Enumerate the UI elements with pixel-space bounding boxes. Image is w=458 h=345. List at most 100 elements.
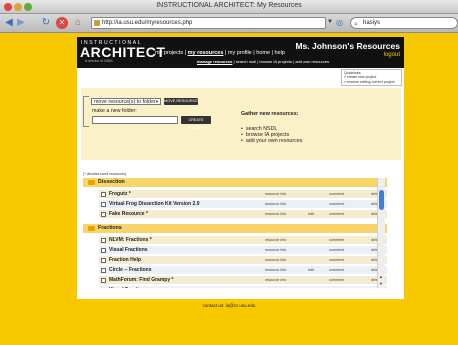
folder-name: Fractions [98, 225, 122, 231]
used-resources-legend: (* denotes used resources) [83, 172, 127, 176]
resource-name[interactable]: Fake Resource * [109, 211, 148, 217]
comment-link[interactable]: comment [329, 248, 344, 252]
resource-info-link[interactable]: resource info [265, 212, 286, 216]
logo[interactable]: ARCHITECT [80, 44, 165, 60]
folder-name: Dissection [98, 179, 125, 185]
resource-info-link[interactable]: resource info [265, 192, 286, 196]
comment-link[interactable]: comment [329, 238, 344, 242]
subnav-manage-resources[interactable]: manage resources [197, 59, 232, 64]
page-title: Ms. Johnson's Resources [295, 41, 400, 51]
resource-row: Virtual Frog Dissection Kit Version 2.0 r… [83, 200, 387, 209]
nav-home[interactable]: home [256, 50, 270, 56]
scroll-up-icon[interactable]: ▲ [379, 274, 383, 279]
edit-link[interactable]: edit [308, 212, 314, 216]
scroll-down-icon[interactable]: ▼ [379, 281, 383, 286]
move-to-folder-select[interactable]: move resource(s) to folder ▼ [91, 98, 161, 105]
selection-bracket [83, 96, 89, 127]
folder-row[interactable]: Fractions [83, 224, 387, 233]
history-dropdown-icon[interactable]: ▼ [327, 19, 333, 25]
edit-link[interactable]: edit [308, 268, 314, 272]
resource-row: Circle -- Fractions resource info edit comm… [83, 266, 387, 275]
resource-info-link[interactable]: resource info [265, 268, 286, 272]
resource-info-link[interactable]: resource info [265, 248, 286, 252]
resource-info-link[interactable]: resource info [265, 278, 286, 282]
resource-checkbox[interactable] [101, 238, 106, 243]
gather-title: Gather new resources: [241, 111, 299, 117]
nav-my-resources[interactable]: my resources [188, 50, 224, 56]
comment-link[interactable]: comment [329, 202, 344, 206]
resource-name[interactable]: MathForum: Find Grampy * [109, 277, 173, 283]
nav-my-profile[interactable]: my profile [228, 50, 252, 56]
home-icon[interactable]: ⌂ [72, 17, 84, 29]
go-icon[interactable]: ◎ [336, 18, 343, 27]
resource-name[interactable]: Visual Fractions [109, 247, 148, 253]
move-resource-button[interactable]: MOVE RESOURCE [164, 98, 198, 105]
resource-checkbox[interactable] [101, 268, 106, 273]
resource-row: Visual Fractionsresource infocommentdele… [83, 286, 387, 288]
sub-nav: manage resources | search nsdl | browse … [197, 59, 330, 64]
resource-checkbox[interactable] [101, 212, 106, 217]
resource-info-link[interactable]: resource info [265, 238, 286, 242]
subnav-add-own[interactable]: add own resources [295, 59, 329, 64]
resource-list: DissectionFrogutz *resource infocommentd… [83, 178, 389, 288]
folder-icon [88, 226, 95, 231]
resource-name[interactable]: Visual Fractions [109, 287, 148, 288]
gather-add-own[interactable]: add your own resources [241, 138, 303, 145]
scrollbar-thumb[interactable] [379, 190, 384, 210]
nav-my-projects[interactable]: my projects [155, 50, 183, 56]
resource-row: Fraction Helpresource infocommentdelete [83, 256, 387, 265]
new-folder-input[interactable] [92, 116, 178, 124]
create-folder-button[interactable]: CREATE FOLDER [181, 116, 211, 130]
resource-checkbox[interactable] [101, 278, 106, 283]
resource-checkbox[interactable] [101, 258, 106, 263]
search-icon: ⌕ [354, 21, 358, 28]
site-favicon-icon [94, 20, 100, 26]
resource-list-scrollbar[interactable]: ▲ ▼ [377, 178, 385, 288]
folder-icon [88, 180, 95, 185]
resource-checkbox[interactable] [101, 192, 106, 197]
resource-row: Visual Fractionsresource infocommentdele… [83, 246, 387, 255]
subnav-search-nsdl[interactable]: search nsdl [236, 59, 256, 64]
quicklinks-box: Quicklinks: » create new project » resum… [341, 69, 402, 86]
resource-name[interactable]: NLVM: Fractions * [109, 237, 152, 243]
comment-link[interactable]: comment [329, 258, 344, 262]
comment-link[interactable]: comment [329, 278, 344, 282]
comment-link[interactable]: comment [329, 268, 344, 272]
resource-info-link[interactable]: resource info [265, 202, 286, 206]
resource-name[interactable]: Circle -- Fractions [109, 267, 152, 273]
resource-tools-panel: move resource(s) to folder ▼ MOVE RESOUR… [81, 88, 401, 160]
subnav-browse-projects[interactable]: browse IA projects [259, 59, 292, 64]
site-header: INSTRUCTIONAL ARCHITECT A service of NSD… [77, 37, 404, 68]
chevron-down-icon: ▼ [155, 99, 159, 104]
nav-help[interactable]: help [275, 50, 285, 56]
address-bar-url: http://ia.usu.edu/myresources.php [102, 20, 193, 26]
resource-name[interactable]: Virtual Frog Dissection Kit Version 2.0 [109, 201, 200, 207]
quicklink-resume-project[interactable]: resume editing current project [347, 80, 395, 84]
window-title: INSTRUCTIONAL ARCHITECT: My Resources [156, 2, 302, 9]
search-field-value: hasiys [363, 20, 381, 26]
resource-name[interactable]: Fraction Help [109, 257, 141, 263]
logo-subtitle: A service of NSDL [85, 59, 114, 63]
resource-row: MathForum: Find Grampy * resource info com… [83, 276, 387, 285]
footer-contact[interactable]: contact us: ia@cc.usu.edu [0, 303, 458, 308]
resource-row: Fake Resource *resource infoeditcommentd… [83, 210, 387, 219]
search-field[interactable]: ⌕ hasiys [350, 17, 458, 29]
resource-name[interactable]: Frogutz * [109, 191, 131, 197]
folder-row[interactable]: Dissection [83, 178, 387, 187]
comment-link[interactable]: comment [329, 212, 344, 216]
window-titlebar: INSTRUCTIONAL ARCHITECT: My Resources [0, 0, 458, 14]
comment-link[interactable]: comment [329, 192, 344, 196]
new-folder-label: make a new folder: [92, 108, 137, 114]
reload-icon[interactable]: ↻ [40, 17, 52, 29]
stop-icon[interactable]: ✕ [56, 17, 68, 29]
resource-row: NLVM: Fractions *resource infocommentdel… [83, 236, 387, 245]
back-arrow-icon[interactable]: ◀ [3, 17, 15, 29]
resource-info-link[interactable]: resource info [265, 258, 286, 262]
main-nav: my projects | my resources | my profile … [155, 50, 285, 56]
address-bar[interactable]: http://ia.usu.edu/myresources.php [91, 17, 326, 29]
site-page: INSTRUCTIONAL ARCHITECT A service of NSD… [77, 37, 404, 299]
resource-checkbox[interactable] [101, 248, 106, 253]
forward-arrow-icon[interactable]: ▶ [15, 17, 27, 29]
logout-link[interactable]: logout [384, 52, 400, 58]
resource-checkbox[interactable] [101, 202, 106, 207]
